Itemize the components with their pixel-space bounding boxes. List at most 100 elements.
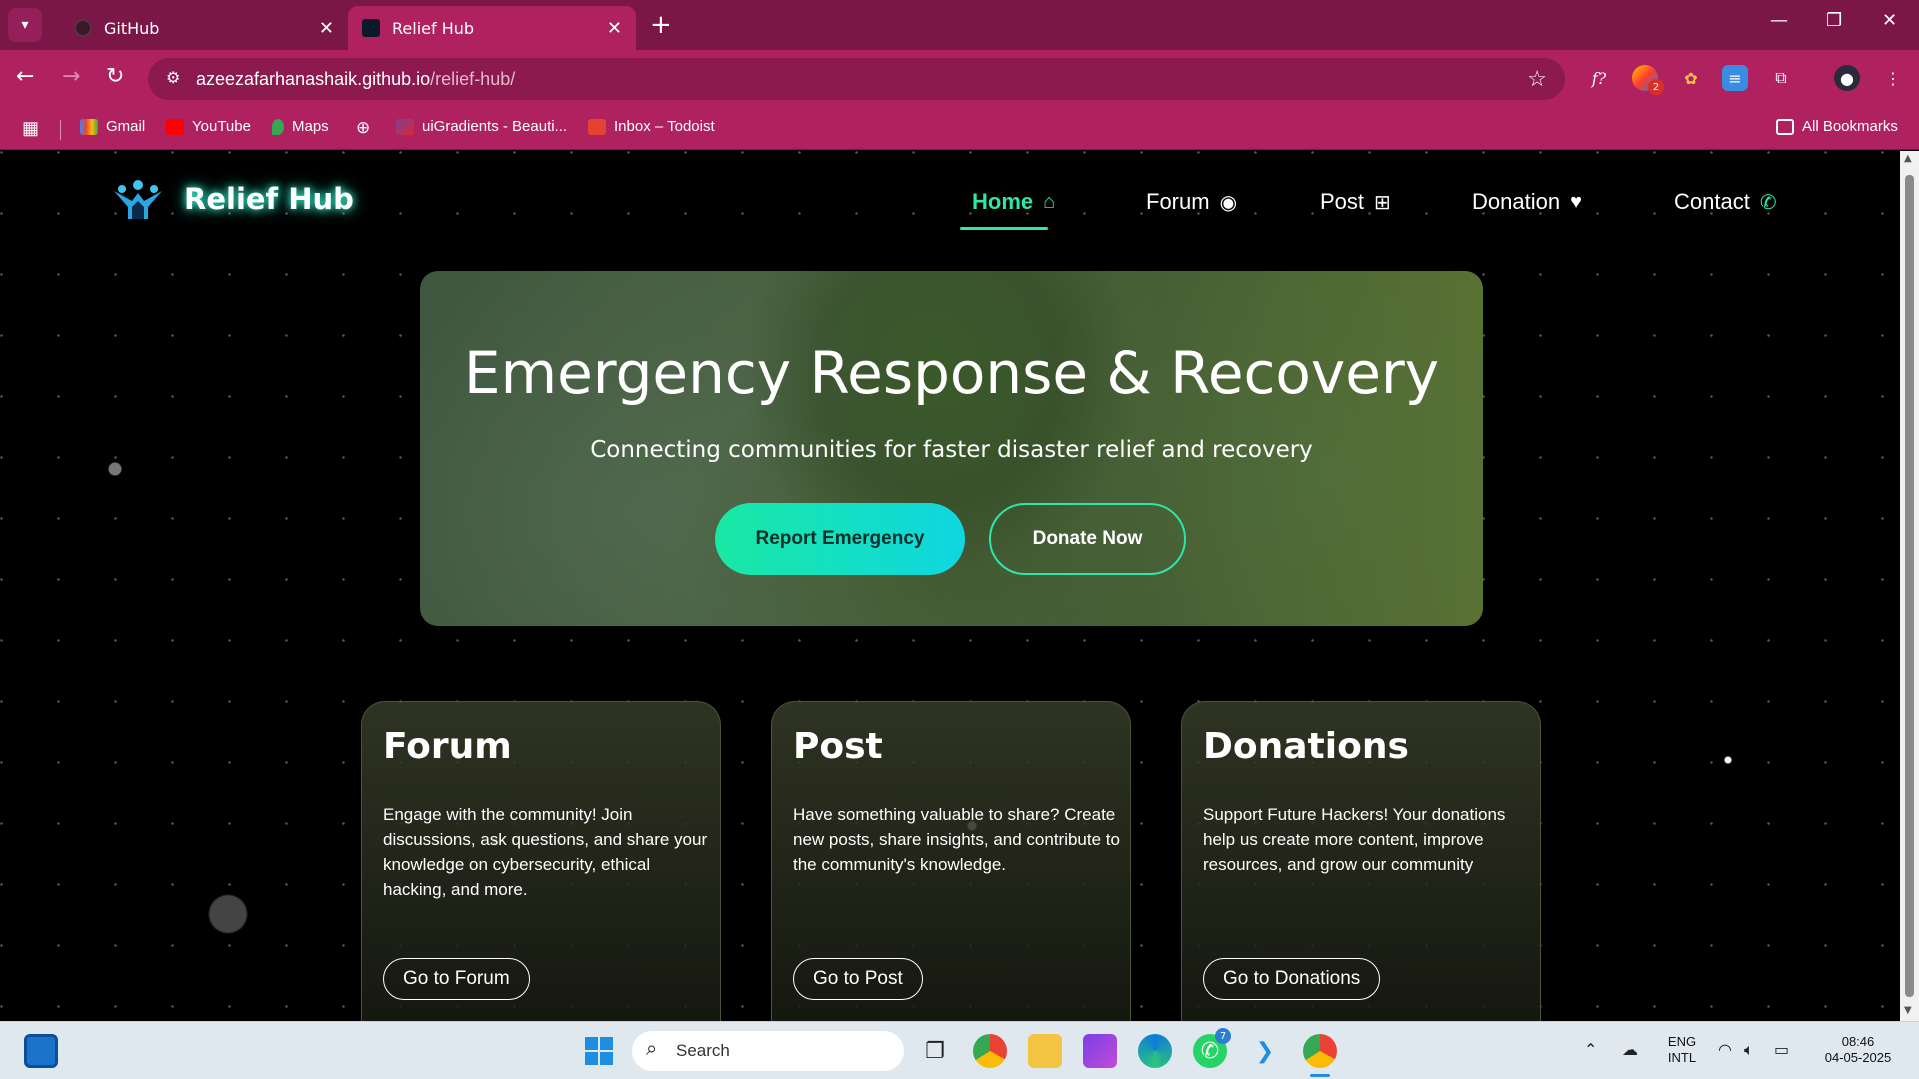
profile-avatar[interactable]: ● [1834, 65, 1860, 91]
formula-extension-icon[interactable]: f? [1586, 65, 1612, 91]
nav-contact[interactable]: Contact ✆ [1674, 189, 1777, 215]
search-placeholder: Search [676, 1041, 730, 1060]
tray-overflow-icon[interactable]: ⌃ [1584, 1040, 1597, 1059]
bookmark-youtube[interactable]: YouTube [166, 118, 251, 135]
go-to-donations-button[interactable]: Go to Donations [1203, 958, 1381, 1000]
chat-icon: ◉ [1219, 191, 1238, 214]
bookmark-maps[interactable]: Maps [272, 118, 329, 135]
bookmarks-bar: ▦ Gmail YouTube Maps ⊕ uiGradients - Bea… [0, 108, 1919, 150]
youtube-icon [166, 118, 184, 135]
window-close-icon[interactable]: ✕ [1882, 10, 1897, 31]
tab-search-button[interactable]: ▾ [8, 8, 42, 42]
back-icon[interactable]: ← [16, 64, 34, 89]
go-to-forum-button[interactable]: Go to Forum [383, 958, 530, 1000]
bookmark-uigradients[interactable]: uiGradients - Beauti... [396, 118, 567, 135]
nav-forum[interactable]: Forum ◉ [1146, 189, 1237, 215]
nav-label: Post [1320, 189, 1365, 214]
widgets-icon[interactable] [24, 1034, 58, 1068]
report-emergency-button[interactable]: Report Emergency [715, 503, 965, 575]
scroll-down-icon[interactable]: ▼ [1904, 1005, 1912, 1016]
file-explorer-icon[interactable] [1028, 1034, 1062, 1068]
logo-text: Relief Hub [184, 182, 354, 216]
battery-icon[interactable]: ▭ [1774, 1040, 1789, 1059]
bookmark-label: Gmail [106, 118, 146, 135]
scroll-up-icon[interactable]: ▲ [1904, 153, 1912, 164]
close-icon[interactable]: ✕ [607, 18, 622, 39]
bookmark-label: Inbox – Todoist [614, 118, 715, 135]
nav-post[interactable]: Post ⊞ [1320, 189, 1391, 215]
hero-subtitle: Connecting communities for faster disast… [590, 437, 1313, 463]
minimize-icon[interactable]: — [1770, 10, 1788, 31]
chrome-taskbar-icon[interactable] [973, 1034, 1007, 1068]
clock[interactable]: 08:46 04-05-2025 [1810, 1034, 1906, 1066]
all-bookmarks-label: All Bookmarks [1802, 118, 1898, 135]
lang-line2: INTL [1667, 1050, 1697, 1065]
bookmark-label: Maps [292, 118, 329, 135]
all-bookmarks-button[interactable]: All Bookmarks [1776, 118, 1898, 135]
volume-icon[interactable]: 🔈︎ [1744, 1040, 1754, 1060]
nav-home[interactable]: Home ⌂ [972, 189, 1055, 215]
globe-icon[interactable]: ⊕ [356, 118, 370, 138]
taskbar-search[interactable]: ⌕ Search [632, 1031, 904, 1071]
whatsapp-badge: 7 [1215, 1028, 1231, 1044]
tab-relief-hub[interactable]: Relief Hub ✕ [348, 6, 636, 50]
bookmark-todoist[interactable]: Inbox – Todoist [588, 118, 715, 135]
color-extension-icon[interactable]: 2 [1632, 65, 1664, 95]
wifi-icon[interactable]: ◠ [1718, 1040, 1732, 1059]
whatsapp-icon[interactable]: ✆ 7 [1193, 1028, 1231, 1068]
language-indicator[interactable]: ENG INTL [1664, 1034, 1700, 1066]
close-icon[interactable]: ✕ [319, 18, 334, 39]
bookmark-divider [60, 120, 61, 140]
tab-title: Relief Hub [392, 18, 475, 38]
bookmark-gmail[interactable]: Gmail [80, 118, 145, 135]
card-title: Forum [383, 726, 512, 767]
forum-card: Forum Engage with the community! Join di… [361, 701, 721, 1021]
edge-icon[interactable] [1138, 1034, 1172, 1068]
task-view-icon[interactable]: ❐ [918, 1034, 952, 1068]
nav-donation[interactable]: Donation ♥ [1472, 189, 1582, 215]
cookie-extension-icon[interactable]: ✿ [1678, 65, 1704, 91]
extension-badge: 2 [1648, 79, 1664, 95]
bookmark-star-icon[interactable]: ☆ [1527, 66, 1547, 92]
scrollbar-thumb[interactable] [1905, 175, 1914, 997]
lang-line1: ENG [1667, 1034, 1697, 1049]
maps-icon [272, 118, 284, 135]
address-bar[interactable]: ⚙ azeezafarhanashaik.github.io/relief-hu… [148, 58, 1565, 100]
windows-taskbar: ⌕ Search ❐ ✆ 7 ❯ ⌃ ☁ ENG INTL ◠ 🔈︎ ▭ 08:… [0, 1021, 1919, 1079]
page-scrollbar[interactable]: ▲ ▼ [1900, 151, 1919, 1021]
tab-github[interactable]: GitHub ✕ [60, 6, 348, 50]
uigradients-icon [396, 118, 414, 135]
apps-grid-icon[interactable]: ▦ [22, 118, 39, 139]
clock-date: 04-05-2025 [1824, 1050, 1892, 1065]
chrome-active-icon[interactable] [1303, 1034, 1337, 1068]
search-icon: ⌕ [646, 1038, 658, 1060]
folder-icon [1776, 118, 1794, 135]
page-content: Relief Hub Home ⌂ Forum ◉ Post ⊞ Donatio… [0, 151, 1900, 1021]
vscode-icon[interactable]: ❯ [1248, 1034, 1282, 1068]
extensions-puzzle-icon[interactable]: ⧉ [1768, 65, 1794, 91]
donate-icon: ♥ [1570, 190, 1582, 213]
browser-toolbar: ← → ↻ ⚙ azeezafarhanashaik.github.io/rel… [0, 50, 1919, 108]
site-info-icon[interactable]: ⚙ [166, 68, 180, 88]
add-post-icon: ⊞ [1374, 191, 1391, 214]
active-app-indicator [1310, 1074, 1330, 1077]
onedrive-icon[interactable]: ☁ [1622, 1040, 1638, 1059]
clipchamp-icon[interactable] [1083, 1034, 1117, 1068]
card-title: Post [793, 726, 883, 767]
start-icon[interactable] [582, 1034, 616, 1068]
donate-now-button[interactable]: Donate Now [989, 503, 1186, 575]
restore-icon[interactable]: ❐ [1826, 10, 1842, 31]
todoist-icon [588, 118, 606, 135]
card-title: Donations [1203, 726, 1409, 767]
card-text: Support Future Hackers! Your donations h… [1203, 805, 1506, 874]
notes-extension-icon[interactable]: ≡ [1722, 65, 1748, 91]
tab-title: GitHub [104, 18, 160, 38]
forward-icon[interactable]: → [62, 64, 80, 89]
menu-kebab-icon[interactable]: ⋮ [1880, 65, 1906, 91]
go-to-post-button[interactable]: Go to Post [793, 958, 923, 1000]
reload-icon[interactable]: ↻ [106, 64, 124, 89]
donations-card: Donations Support Future Hackers! Your d… [1181, 701, 1541, 1021]
site-logo[interactable]: Relief Hub [112, 177, 354, 221]
new-tab-button[interactable]: + [650, 10, 672, 40]
home-icon: ⌂ [1043, 190, 1056, 213]
